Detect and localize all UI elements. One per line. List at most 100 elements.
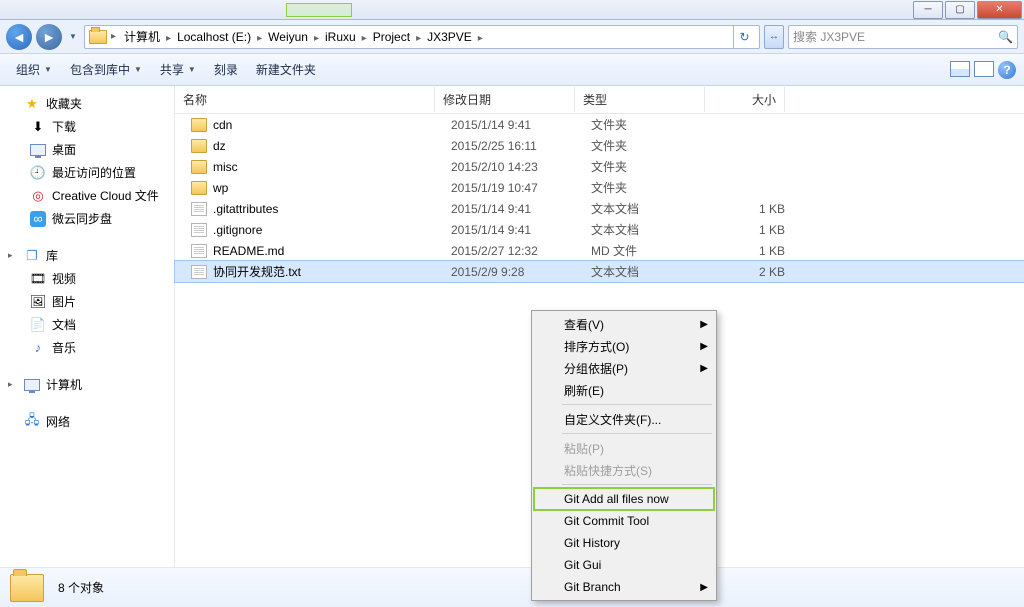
file-icon [191,223,207,237]
chevron-right-icon[interactable]: ▸ [164,33,173,44]
file-type: 文本文档 [583,263,713,280]
folder-icon [191,181,207,195]
breadcrumb-segment[interactable]: Weiyun [264,29,312,45]
table-row[interactable]: .gitattributes2015/1/14 9:41文本文档1 KB [175,198,1024,219]
chevron-right-icon[interactable]: ▸ [312,33,321,44]
address-bar[interactable]: ▸ 计算机▸Localhost (E:)▸Weiyun▸iRuxu▸Projec… [84,25,760,49]
search-input[interactable]: 搜索 JX3PVE 🔍 [788,25,1018,49]
file-name: misc [213,160,238,174]
folder-icon [191,160,207,174]
sidebar-item-weiyun[interactable]: ∞微云同步盘 [0,207,174,230]
breadcrumb-segment[interactable]: JX3PVE [423,29,476,45]
details-pane: 8 个对象 [0,567,1024,607]
file-type: 文件夹 [583,179,713,196]
chevron-right-icon[interactable]: ▸ [360,33,369,44]
chevron-right-icon: ▸ [109,31,118,42]
sidebar-item-recent[interactable]: 🕘最近访问的位置 [0,161,174,184]
sidebar-item-music[interactable]: ♪音乐 [0,336,174,359]
file-type: 文件夹 [583,116,713,133]
refresh-icon[interactable]: ↻ [733,26,755,48]
table-row[interactable]: wp2015/1/19 10:47文件夹 [175,177,1024,198]
ctx-git-gui[interactable]: Git Gui [534,554,714,576]
object-count: 8 个对象 [58,579,104,596]
breadcrumb-segment[interactable]: 计算机 [120,29,164,45]
ctx-git-branch[interactable]: Git Branch▶ [534,576,714,598]
file-date: 2015/1/19 10:47 [443,181,583,195]
recent-locations-button[interactable]: ↔ [764,25,784,49]
recent-icon: 🕘 [30,165,46,181]
col-name[interactable]: 名称 [175,87,435,112]
ctx-paste-shortcut: 粘贴快捷方式(S) [534,459,714,481]
table-row[interactable]: misc2015/2/10 14:23文件夹 [175,156,1024,177]
preview-pane-button[interactable] [974,61,994,77]
ctx-paste: 粘贴(P) [534,437,714,459]
col-type[interactable]: 类型 [575,87,705,112]
chevron-right-icon: ▶ [700,319,708,330]
chevron-right-icon[interactable]: ▸ [255,33,264,44]
forward-button[interactable]: ► [36,24,62,50]
col-date[interactable]: 修改日期 [435,87,575,112]
share-button[interactable]: 共享▼ [152,57,204,82]
burn-button[interactable]: 刻录 [206,57,246,82]
folder-icon [191,139,207,153]
search-placeholder: 搜索 JX3PVE [793,28,865,45]
maximize-button[interactable]: ▢ [945,1,975,19]
file-date: 2015/2/25 16:11 [443,139,583,153]
file-name: dz [213,139,226,153]
video-icon: 🎞 [30,271,46,287]
ctx-customize[interactable]: 自定义文件夹(F)... [534,408,714,430]
breadcrumb-segment[interactable]: iRuxu [321,29,360,45]
include-library-button[interactable]: 包含到库中▼ [62,57,150,82]
file-type: 文件夹 [583,158,713,175]
cloud-icon: ∞ [30,211,46,227]
sidebar-item-creative-cloud[interactable]: ◎Creative Cloud 文件 [0,184,174,207]
sidebar-item-documents[interactable]: 📄文档 [0,313,174,336]
sidebar: ★收藏夹 ⬇下载 桌面 🕘最近访问的位置 ◎Creative Cloud 文件 … [0,86,175,567]
chevron-right-icon: ▶ [700,341,708,352]
chevron-right-icon[interactable]: ▸ [414,33,423,44]
computer-icon [24,377,40,393]
ctx-git-history[interactable]: Git History [534,532,714,554]
ctx-git-commit[interactable]: Git Commit Tool [534,510,714,532]
file-size: 1 KB [713,244,793,258]
file-size: 2 KB [713,265,793,279]
view-options-button[interactable] [950,61,970,77]
creative-cloud-icon: ◎ [30,188,46,204]
table-row[interactable]: dz2015/2/25 16:11文件夹 [175,135,1024,156]
breadcrumb-segment[interactable]: Project [369,29,414,45]
close-button[interactable]: ✕ [977,1,1022,19]
table-row[interactable]: cdn2015/1/14 9:41文件夹 [175,114,1024,135]
file-name: .gitattributes [213,202,278,216]
sidebar-network[interactable]: 🖧网络 [0,410,174,433]
ctx-git-add[interactable]: Git Add all files now [534,488,714,510]
table-row[interactable]: README.md2015/2/27 12:32MD 文件1 KB [175,240,1024,261]
col-size[interactable]: 大小 [705,87,785,112]
organize-button[interactable]: 组织▼ [8,57,60,82]
file-name: .gitignore [213,223,262,237]
minimize-button[interactable]: ─ [913,1,943,19]
sidebar-favorites[interactable]: ★收藏夹 [0,92,174,115]
chevron-right-icon[interactable]: ▸ [476,33,485,44]
file-name: 协同开发规范.txt [213,263,301,280]
sidebar-libraries[interactable]: ▸❐库 [0,244,174,267]
chevron-right-icon: ▶ [700,582,708,593]
ctx-group[interactable]: 分组依据(P)▶ [534,357,714,379]
breadcrumb-segment[interactable]: Localhost (E:) [173,29,255,45]
table-row[interactable]: 协同开发规范.txt2015/2/9 9:28文本文档2 KB [175,261,1024,282]
ctx-view[interactable]: 查看(V)▶ [534,313,714,335]
sidebar-item-desktop[interactable]: 桌面 [0,138,174,161]
help-icon[interactable]: ? [998,61,1016,79]
sidebar-computer[interactable]: ▸计算机 [0,373,174,396]
window-titlebar: ─ ▢ ✕ [0,0,1024,20]
table-row[interactable]: .gitignore2015/1/14 9:41文本文档1 KB [175,219,1024,240]
ctx-refresh[interactable]: 刷新(E) [534,379,714,401]
nav-history-dropdown[interactable]: ▼ [66,27,80,47]
ctx-sort[interactable]: 排序方式(O)▶ [534,335,714,357]
sidebar-item-videos[interactable]: 🎞视频 [0,267,174,290]
picture-icon: 🖼 [30,294,46,310]
sidebar-item-downloads[interactable]: ⬇下载 [0,115,174,138]
back-button[interactable]: ◄ [6,24,32,50]
toolbar: 组织▼ 包含到库中▼ 共享▼ 刻录 新建文件夹 ? [0,54,1024,86]
sidebar-item-pictures[interactable]: 🖼图片 [0,290,174,313]
new-folder-button[interactable]: 新建文件夹 [248,57,324,82]
